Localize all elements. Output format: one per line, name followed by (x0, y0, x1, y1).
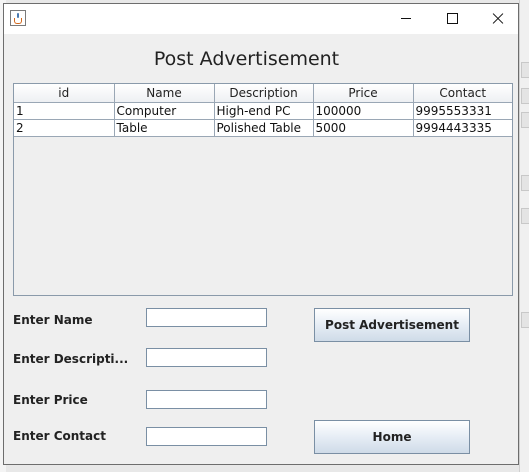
java-icon (10, 10, 26, 26)
table-row[interactable]: 2 Table Polished Table 5000 9994443335 (14, 119, 512, 137)
maximize-icon[interactable] (429, 4, 475, 34)
column-header-contact[interactable]: Contact (413, 84, 512, 103)
column-header-price[interactable]: Price (313, 84, 414, 103)
table-cell-name[interactable]: Table (114, 119, 215, 137)
title-bar (4, 4, 518, 34)
column-header-id[interactable]: id (14, 84, 115, 103)
table-cell-name[interactable]: Computer (114, 102, 215, 120)
table-cell-description[interactable]: High-end PC (214, 102, 314, 120)
table-row[interactable]: 1 Computer High-end PC 100000 9995553331 (14, 102, 512, 120)
advertisement-table[interactable]: id Name Description Price Contact 1 Comp… (13, 83, 513, 296)
background-fragment (521, 62, 529, 78)
table-cell-price[interactable]: 5000 (313, 119, 414, 137)
table-cell-price[interactable]: 100000 (313, 102, 414, 120)
minimize-icon[interactable] (383, 4, 429, 34)
contact-label: Enter Contact (13, 429, 106, 443)
table-cell-contact[interactable]: 9994443335 (413, 119, 512, 137)
background-fragment (521, 175, 529, 191)
background-fragment (521, 312, 529, 328)
post-advertisement-button[interactable]: Post Advertisement (314, 308, 470, 342)
close-icon[interactable] (475, 4, 521, 34)
description-label: Enter Descripti... (13, 352, 129, 366)
home-button[interactable]: Home (314, 420, 470, 454)
app-window: Post Advertisement id Name Description P… (3, 3, 519, 465)
table-cell-id[interactable]: 1 (14, 102, 115, 120)
table-cell-description[interactable]: Polished Table (214, 119, 314, 137)
table-cell-contact[interactable]: 9995553331 (413, 102, 512, 120)
background-window-edge (519, 0, 529, 472)
background-fragment (521, 208, 529, 224)
name-label: Enter Name (13, 313, 93, 327)
name-field[interactable] (146, 308, 267, 327)
description-field[interactable] (146, 348, 267, 367)
page-title: Post Advertisement (153, 48, 340, 70)
price-field[interactable] (146, 390, 267, 409)
column-header-name[interactable]: Name (114, 84, 215, 103)
price-label: Enter Price (13, 393, 88, 407)
contact-field[interactable] (146, 427, 267, 446)
background-fragment (521, 112, 529, 128)
background-fragment (521, 88, 529, 104)
column-header-description[interactable]: Description (214, 84, 314, 103)
table-header-row: id Name Description Price Contact (14, 84, 512, 103)
table-cell-id[interactable]: 2 (14, 119, 115, 137)
